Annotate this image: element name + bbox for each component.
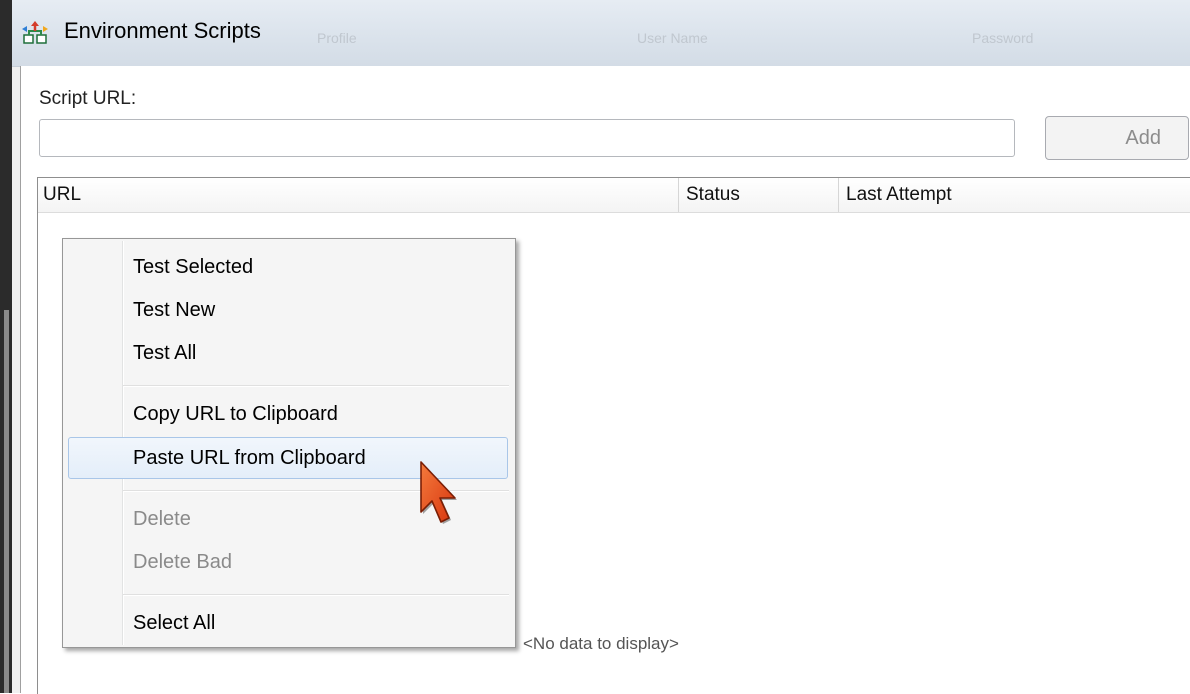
menu-item-test-selected[interactable]: Test Selected — [68, 246, 508, 288]
column-header-url[interactable]: URL — [38, 178, 679, 212]
arrow-cursor-icon — [420, 461, 457, 524]
ghost-column-profile: Profile — [317, 30, 357, 46]
column-header-last-attempt[interactable]: Last Attempt — [839, 178, 1190, 212]
grid-header: URL Status Last Attempt — [38, 178, 1190, 213]
menu-item-delete-bad[interactable]: Delete Bad — [68, 541, 508, 583]
menu-item-copy-url[interactable]: Copy URL to Clipboard — [68, 393, 508, 435]
title-bar[interactable]: Profile User Name Password Environment S… — [12, 0, 1190, 67]
menu-separator — [123, 594, 509, 596]
background-window-edge — [0, 0, 12, 693]
script-url-label: Script URL: — [39, 88, 137, 109]
column-header-status[interactable]: Status — [679, 178, 839, 212]
add-button[interactable]: Add — [1045, 116, 1189, 160]
empty-grid-message: <No data to display> — [523, 634, 679, 653]
menu-item-test-all[interactable]: Test All — [68, 332, 508, 374]
network-arrows-icon — [22, 21, 48, 44]
menu-separator — [123, 385, 509, 387]
script-url-input[interactable] — [39, 119, 1015, 157]
menu-item-test-new[interactable]: Test New — [68, 289, 508, 331]
menu-item-select-all[interactable]: Select All — [68, 602, 508, 644]
add-button-label: Add — [1125, 127, 1161, 149]
scrollbar-strip — [4, 310, 9, 693]
window-title: Environment Scripts — [64, 18, 261, 43]
context-menu: Test Selected Test New Test All Copy URL… — [62, 238, 516, 648]
ghost-column-password: Password — [972, 30, 1034, 46]
ghost-column-user-name: User Name — [637, 30, 708, 46]
